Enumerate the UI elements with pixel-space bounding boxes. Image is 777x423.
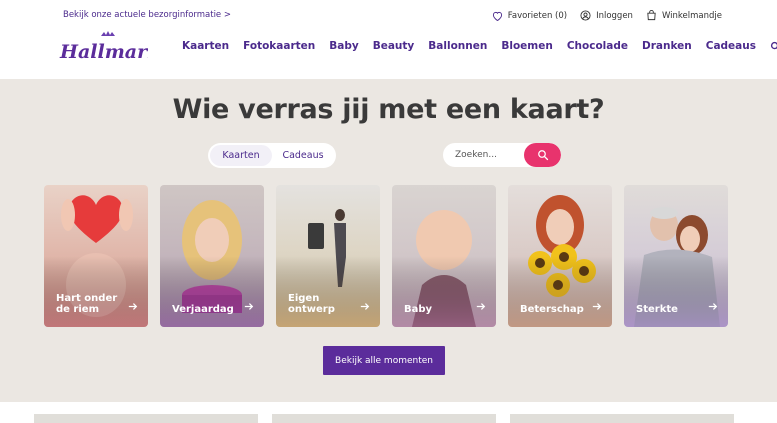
nav-item-cadeaus[interactable]: Cadeaus xyxy=(706,40,756,52)
hero-title: Wie verras jij met een kaart? xyxy=(172,94,605,125)
card-label: Beterschap xyxy=(520,304,584,315)
card-label: Verjaardag xyxy=(172,304,234,315)
nav-item-bloemen[interactable]: Bloemen xyxy=(501,40,552,52)
nav-item-dranken[interactable]: Dranken xyxy=(642,40,692,52)
toggle-cadeaus[interactable]: Cadeaus xyxy=(272,145,334,166)
arrow-right-icon xyxy=(592,296,602,315)
cart-label: Winkelmandje xyxy=(661,10,722,21)
svg-text:Hallmark: Hallmark xyxy=(59,41,148,63)
hallmark-logo[interactable]: Hallmark xyxy=(58,30,160,66)
login-link[interactable]: Inloggen xyxy=(580,10,633,21)
main-nav: Kaarten Fotokaarten Baby Beauty Ballonne… xyxy=(182,40,777,52)
arrow-right-icon xyxy=(360,296,370,315)
search-icon xyxy=(537,146,549,165)
heart-icon xyxy=(492,11,503,21)
login-label: Inloggen xyxy=(596,10,633,21)
search-icon[interactable] xyxy=(770,41,777,52)
card-label: Hart onder de riem xyxy=(56,293,118,315)
occasion-card-verjaardag[interactable]: Verjaardag xyxy=(160,185,264,327)
account-links: Favorieten (0) Inloggen Winkelmandje xyxy=(492,10,722,21)
occasion-card-hart-onder-de-riem[interactable]: Hart onder de riem xyxy=(44,185,148,327)
content-tile[interactable] xyxy=(272,414,496,423)
arrow-right-icon xyxy=(708,296,718,315)
nav-item-chocolade[interactable]: Chocolade xyxy=(567,40,628,52)
arrow-right-icon xyxy=(244,296,254,315)
occasion-cards: Hart onder de riem Verjaardag Eigen ontw… xyxy=(44,185,728,327)
search-input[interactable]: Zoeken... xyxy=(443,150,524,160)
card-label: Eigen ontwerp xyxy=(288,293,335,315)
cart-link[interactable]: Winkelmandje xyxy=(646,10,722,21)
occasion-card-baby[interactable]: Baby xyxy=(392,185,496,327)
search-button[interactable] xyxy=(524,143,561,167)
nav-item-fotokaarten[interactable]: Fotokaarten xyxy=(243,40,315,52)
content-tile[interactable] xyxy=(34,414,258,423)
view-all-moments-button[interactable]: Bekijk alle momenten xyxy=(323,346,445,375)
toggle-kaarten[interactable]: Kaarten xyxy=(210,145,272,166)
occasion-card-eigen-ontwerp[interactable]: Eigen ontwerp xyxy=(276,185,380,327)
shopping-bag-icon xyxy=(646,10,657,21)
arrow-right-icon xyxy=(476,296,486,315)
user-icon xyxy=(580,10,591,21)
nav-item-baby[interactable]: Baby xyxy=(329,40,358,52)
card-label: Baby xyxy=(404,304,433,315)
product-type-toggle: Kaarten Cadeaus xyxy=(208,143,336,168)
site-header: Bekijk onze actuele bezorginformatie > F… xyxy=(0,0,777,79)
nav-item-beauty[interactable]: Beauty xyxy=(373,40,415,52)
hero-search: Zoeken... xyxy=(443,143,561,167)
favorites-label: Favorieten (0) xyxy=(507,10,568,21)
content-strip xyxy=(0,402,777,423)
hero-section: Wie verras jij met een kaart? Kaarten Ca… xyxy=(0,79,777,402)
occasion-card-beterschap[interactable]: Beterschap xyxy=(508,185,612,327)
card-label: Sterkte xyxy=(636,304,678,315)
nav-item-ballonnen[interactable]: Ballonnen xyxy=(428,40,487,52)
delivery-info-link[interactable]: Bekijk onze actuele bezorginformatie > xyxy=(63,10,231,20)
nav-item-kaarten[interactable]: Kaarten xyxy=(182,40,229,52)
content-tile[interactable] xyxy=(510,414,734,423)
arrow-right-icon xyxy=(128,296,138,315)
occasion-card-sterkte[interactable]: Sterkte xyxy=(624,185,728,327)
favorites-link[interactable]: Favorieten (0) xyxy=(492,11,567,21)
